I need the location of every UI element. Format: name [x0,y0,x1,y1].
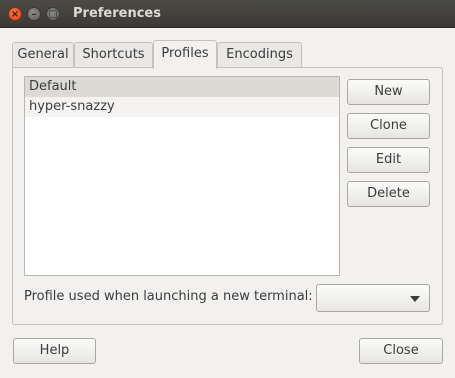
chevron-down-icon [410,296,420,302]
window-maximize-button[interactable]: □ [46,7,60,21]
profile-row-hyper-snazzy[interactable]: hyper-snazzy [25,97,339,117]
tab-profiles[interactable]: Profiles [153,40,217,69]
profile-list[interactable]: Default hyper-snazzy [24,76,340,276]
help-button[interactable]: Help [13,338,96,364]
edit-profile-button[interactable]: Edit [347,147,430,173]
delete-profile-button[interactable]: Delete [347,181,430,207]
window-close-button[interactable]: × [8,7,22,21]
new-profile-button[interactable]: New [347,79,430,105]
launch-profile-label: Profile used when launching a new termin… [24,289,313,304]
window-minimize-button[interactable]: – [27,7,41,21]
title-bar: × – □ Preferences [0,0,455,28]
tab-encodings[interactable]: Encodings [217,42,302,68]
tab-general[interactable]: General [12,42,74,68]
launch-profile-dropdown[interactable] [316,284,430,312]
tab-shortcuts[interactable]: Shortcuts [74,42,153,68]
profile-row-default[interactable]: Default [25,77,339,97]
close-button[interactable]: Close [359,338,443,364]
clone-profile-button[interactable]: Clone [347,113,430,139]
window-title: Preferences [73,6,161,21]
